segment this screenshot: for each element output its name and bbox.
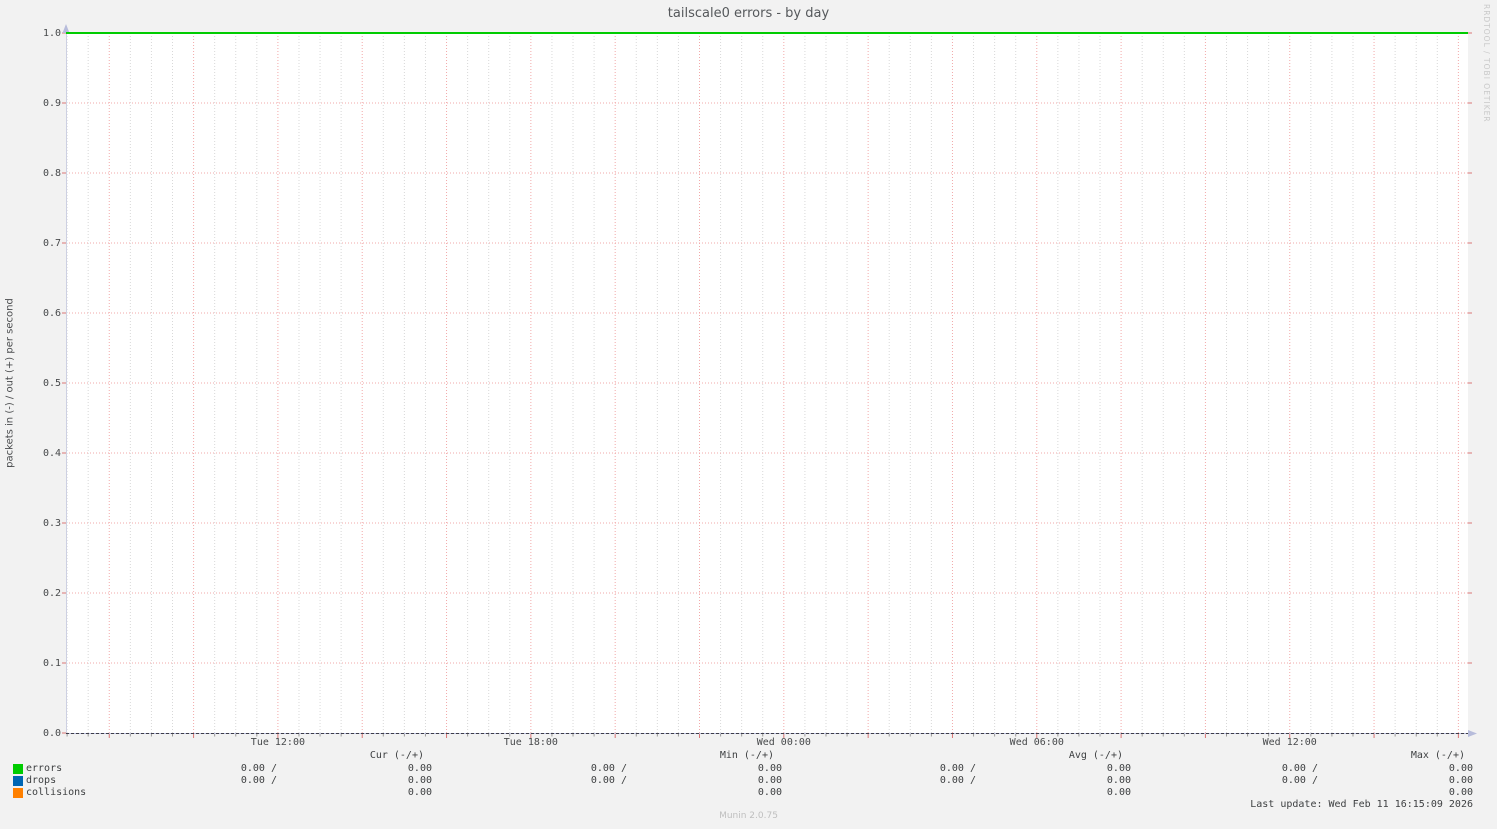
legend-header: Max (-/+) — [1410, 750, 1465, 761]
last-update: Last update: Wed Feb 11 16:15:09 2026 — [1250, 799, 1473, 810]
y-tick-label: 0.8 — [42, 167, 61, 179]
y-tick-label: 0.9 — [42, 97, 61, 109]
y-tick-label: 0.3 — [42, 517, 61, 529]
legend-value-pos: 0.00 — [1106, 775, 1131, 786]
legend-value-neg: 0.00 / — [240, 763, 277, 774]
y-tick-label: 0.4 — [42, 447, 61, 459]
x-tick-label: Tue 18:00 — [503, 737, 558, 748]
legend-value-neg: 0.00 / — [1281, 763, 1318, 774]
legend-swatch-drops — [13, 776, 23, 786]
legend-value-pos: 0.00 — [1106, 787, 1131, 798]
legend-swatch-errors — [13, 764, 23, 774]
x-tick-label: Tue 12:00 — [250, 737, 305, 748]
legend-value-neg: 0.00 / — [939, 775, 976, 786]
legend-value-pos: 0.00 — [407, 775, 432, 786]
y-tick-label: 0.5 — [42, 377, 61, 389]
legend-value-neg: 0.00 / — [939, 763, 976, 774]
y-tick-label: 0.6 — [42, 307, 61, 319]
x-tick-label: Wed 00:00 — [756, 737, 811, 748]
legend-value-neg: 0.00 / — [590, 763, 627, 774]
y-tick-label: 0.7 — [42, 237, 61, 249]
y-tick-label: 0.2 — [42, 587, 61, 599]
legend-label: collisions — [26, 787, 87, 798]
munin-version: Munin 2.0.75 — [719, 811, 778, 821]
legend-value-neg: 0.00 / — [1281, 775, 1318, 786]
legend-header: Avg (-/+) — [1068, 750, 1123, 761]
legend-value-pos: 0.00 — [1448, 763, 1473, 774]
x-tick-label: Wed 06:00 — [1009, 737, 1064, 748]
legend-value-neg: 0.00 / — [590, 775, 627, 786]
munin-graph: tailscale0 errors - by day RRDTOOL / TOB… — [0, 0, 1497, 829]
legend-label: errors — [26, 763, 63, 774]
legend-value-neg: 0.00 / — [240, 775, 277, 786]
y-tick-label: 0.0 — [42, 727, 61, 739]
plot-area — [62, 24, 1477, 738]
legend-label: drops — [26, 775, 57, 786]
legend-value-pos: 0.00 — [757, 775, 782, 786]
legend-header: Min (-/+) — [719, 750, 774, 761]
legend-value-pos: 0.00 — [407, 787, 432, 798]
legend-value-pos: 0.00 — [757, 787, 782, 798]
y-tick-label: 1.0 — [42, 27, 61, 39]
legend-value-pos: 0.00 — [1448, 775, 1473, 786]
legend-value-pos: 0.00 — [1106, 763, 1131, 774]
legend-header: Cur (-/+) — [369, 750, 424, 761]
legend-value-pos: 0.00 — [757, 763, 782, 774]
y-tick-label: 0.1 — [42, 657, 61, 669]
legend-value-pos: 0.00 — [1448, 787, 1473, 798]
legend-swatch-collisions — [13, 788, 23, 798]
x-tick-label: Wed 12:00 — [1262, 737, 1317, 748]
legend-value-pos: 0.00 — [407, 763, 432, 774]
